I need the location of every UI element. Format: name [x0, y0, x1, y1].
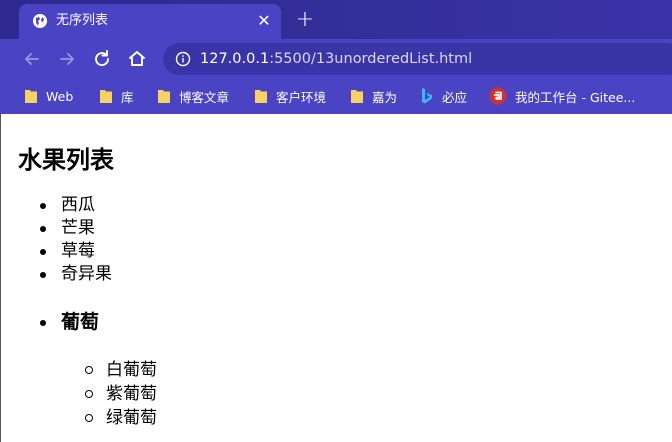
list-item: 白葡萄 — [1, 358, 157, 382]
folder-icon — [351, 90, 363, 103]
reload-icon[interactable] — [91, 48, 113, 70]
list-item-label: 草莓 — [61, 241, 95, 261]
list-item-label: 白葡萄 — [106, 360, 157, 380]
bookmark-label: 我的工作台 - Gitee... — [515, 89, 636, 105]
info-icon[interactable] — [175, 51, 191, 67]
globe-icon — [33, 14, 47, 28]
gitee-icon — [489, 87, 507, 105]
list-item-label: 奇异果 — [61, 264, 112, 284]
bookmarks-bar: Web 库 博客文章 客户环境 嘉为 必应 我的工作台 - Gitee... — [0, 79, 672, 114]
page-viewport: 水果列表 西瓜 芒果 草莓 奇异果 葡萄 白葡萄 紫葡萄 绿葡萄 — [0, 114, 672, 442]
list-item: 西瓜 — [1, 194, 112, 217]
bullet-icon — [40, 249, 46, 255]
bookmark-label: 嘉为 — [372, 89, 398, 105]
plus-icon[interactable]: + — [294, 9, 316, 31]
list-item: 奇异果 — [1, 263, 112, 286]
list-item: 紫葡萄 — [1, 382, 157, 406]
circle-bullet-icon — [85, 390, 93, 398]
list-item-label: 绿葡萄 — [106, 408, 157, 428]
address-host: 127.0.0.1 — [200, 51, 270, 67]
arrow-right-icon[interactable] — [56, 48, 78, 70]
bookmark-label: 客户环境 — [276, 89, 327, 105]
grape-sublist: 白葡萄 紫葡萄 绿葡萄 — [1, 358, 157, 430]
folder-icon — [25, 90, 37, 103]
bookmark-label: 必应 — [442, 89, 468, 105]
browser-chrome: 无序列表 ✕ + 127.0.0.1:5500/13unorderedList.… — [0, 0, 672, 114]
tab-active[interactable]: 无序列表 ✕ — [19, 4, 281, 39]
bullet-icon — [40, 203, 46, 209]
bookmark-blog[interactable]: 博客文章 — [157, 87, 229, 105]
circle-bullet-icon — [85, 414, 93, 422]
bullet-icon — [40, 272, 46, 278]
tab-strip: 无序列表 ✕ + — [0, 0, 672, 39]
bullet-icon — [40, 226, 46, 232]
address-bar[interactable]: 127.0.0.1:5500/13unorderedList.html — [163, 43, 672, 75]
grape-list-item: 葡萄 — [1, 310, 301, 334]
toolbar: 127.0.0.1:5500/13unorderedList.html — [0, 39, 672, 79]
list-item-label: 紫葡萄 — [106, 384, 157, 404]
bookmark-gitee[interactable]: 我的工作台 - Gitee... — [489, 87, 635, 105]
bookmark-web[interactable]: Web — [24, 87, 73, 105]
fruit-list: 西瓜 芒果 草莓 奇异果 — [1, 194, 112, 286]
bookmark-lib[interactable]: 库 — [99, 87, 134, 105]
list-item: 草莓 — [1, 240, 112, 263]
folder-icon — [158, 90, 170, 103]
list-item: 芒果 — [1, 217, 112, 240]
address-url[interactable]: 127.0.0.1:5500/13unorderedList.html — [200, 50, 472, 68]
close-icon[interactable]: ✕ — [255, 12, 273, 30]
bookmark-bing[interactable]: 必应 — [420, 87, 467, 105]
page-title: 水果列表 — [18, 146, 114, 174]
bing-icon — [422, 88, 432, 104]
bookmark-label: Web — [46, 88, 74, 104]
tab-title: 无序列表 — [56, 13, 109, 28]
bookmark-label: 博客文章 — [179, 89, 230, 105]
folder-icon — [255, 90, 267, 103]
bookmark-jiawei[interactable]: 嘉为 — [350, 87, 397, 105]
folder-icon — [100, 90, 112, 103]
bookmark-customer[interactable]: 客户环境 — [254, 87, 326, 105]
list-item: 绿葡萄 — [1, 406, 157, 430]
address-path: :5500/13unorderedList.html — [269, 51, 473, 67]
list-item-label: 芒果 — [61, 218, 95, 238]
home-icon[interactable] — [126, 48, 148, 70]
arrow-left-icon[interactable] — [21, 48, 43, 70]
bullet-icon — [40, 320, 46, 326]
circle-bullet-icon — [85, 366, 93, 374]
list-item-label: 西瓜 — [61, 195, 95, 215]
grape-heading: 葡萄 — [61, 311, 100, 333]
bookmark-label: 库 — [121, 89, 134, 105]
